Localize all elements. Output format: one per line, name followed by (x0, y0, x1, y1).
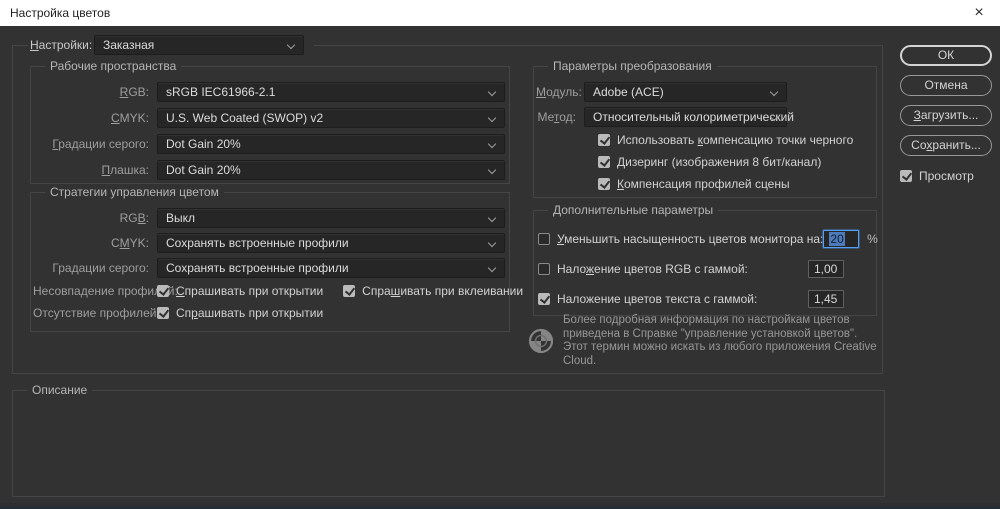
chevron-down-icon (488, 238, 496, 246)
desaturate-monitor-label: Уменьшить насыщенность цветов монитора н… (557, 232, 823, 246)
ask-when-opening-text: Спрашивать при открытии (176, 284, 323, 298)
ws-spot-label: Плашка: (33, 163, 157, 177)
scene-profiles-text: Компенсация профилей сцены (617, 177, 790, 191)
engine-row: Модуль: Adobe (ACE) (536, 79, 870, 104)
desaturate-monitor-checkbox[interactable] (538, 233, 550, 245)
engine-select[interactable]: Adobe (ACE) (584, 82, 787, 102)
advanced-group: Дополнительные параметры Уменьшить насыщ… (533, 210, 877, 316)
chevron-down-icon (488, 263, 496, 271)
policy-rgb-label: RGB: (33, 211, 157, 225)
chevron-down-icon (770, 87, 778, 95)
preview-row: Просмотр (900, 169, 992, 183)
intent-label: Метод: (536, 110, 584, 124)
preview-checkbox[interactable] (900, 170, 912, 182)
desaturate-monitor-input[interactable]: 20 (823, 230, 859, 248)
save-button[interactable]: Сохранить... (900, 135, 992, 156)
black-point-checkbox[interactable] (598, 134, 610, 146)
ws-cmyk-select[interactable]: U.S. Web Coated (SWOP) v2 (157, 108, 505, 128)
preview-label: Просмотр (919, 169, 974, 183)
ws-gray-row: Градации серого: Dot Gain 20% (33, 131, 507, 157)
policies-title: Стратегии управления цветом (45, 185, 224, 199)
preset-select[interactable]: Заказная (94, 35, 304, 55)
ask-when-opening2-checkbox[interactable] (157, 307, 169, 319)
chevron-down-icon (287, 41, 295, 49)
profile-mismatch-label: Несовпадение профилей: (33, 284, 157, 298)
chevron-down-icon (488, 213, 496, 221)
ask-when-opening2-pair: Спрашивать при открытии (157, 306, 323, 320)
help-note-text: Более подробная информация по настройкам… (563, 314, 879, 368)
working-spaces-group: Рабочие пространства RGB: sRGB IEC61966-… (30, 66, 510, 184)
ws-gray-label: Градации серого: (33, 137, 157, 151)
blend-text-gamma-label: Наложение цветов текста с гаммой: (557, 292, 808, 306)
chevron-down-icon (488, 166, 496, 174)
ws-cmyk-row: CMYK: U.S. Web Coated (SWOP) v2 (33, 105, 507, 131)
ws-rgb-row: RGB: sRGB IEC61966-2.1 (33, 79, 507, 105)
dither-row: Дизеринг (изображения 8 бит/канал) (536, 151, 870, 173)
conversion-group: Параметры преобразования Модуль: Adobe (… (533, 66, 877, 198)
help-note: Более подробная информация по настройкам… (527, 314, 879, 368)
policy-rgb-select[interactable]: Выкл (157, 208, 505, 228)
blend-rgb-gamma-row: Наложение цветов RGB с гаммой: 1,00 (538, 254, 870, 284)
blend-text-gamma-row: Наложение цветов текста с гаммой: 1,45 (538, 284, 870, 314)
ask-when-opening-pair: Спрашивать при открытии (157, 284, 323, 298)
title-bar: Настройка цветов × (0, 0, 1000, 26)
missing-profiles-row: Отсутствие профилей: Спрашивать при откр… (33, 302, 507, 324)
load-button[interactable]: Загрузить... (900, 105, 992, 126)
ws-gray-select[interactable]: Dot Gain 20% (157, 134, 505, 154)
preset-label: Настройки: (30, 38, 94, 52)
engine-label: Модуль: (536, 85, 584, 99)
policy-cmyk-row: CMYK: Сохранять встроенные профили (33, 230, 507, 255)
blend-text-gamma-input[interactable]: 1,45 (808, 290, 844, 308)
chevron-down-icon (488, 114, 496, 122)
blend-text-gamma-checkbox[interactable] (538, 293, 550, 305)
intent-select[interactable]: Относительный колориметрический (584, 107, 787, 127)
profile-mismatch-row: Несовпадение профилей: Спрашивать при от… (33, 280, 507, 302)
chevron-down-icon (488, 140, 496, 148)
background-edge (0, 503, 1000, 509)
policy-rgb-row: RGB: Выкл (33, 205, 507, 230)
black-point-row: Использовать компенсацию точки черного (536, 129, 870, 151)
color-management-icon (527, 327, 555, 355)
blend-rgb-gamma-input[interactable]: 1,00 (808, 260, 844, 278)
scene-profiles-row: Компенсация профилей сцены (536, 173, 870, 195)
working-spaces-title: Рабочие пространства (45, 59, 181, 73)
policies-group: Стратегии управления цветом RGB: Выкл CM… (30, 192, 510, 332)
chevron-down-icon (488, 88, 496, 96)
ok-button[interactable]: ОК (900, 45, 992, 66)
close-icon[interactable]: × (958, 0, 1000, 26)
scene-profiles-checkbox[interactable] (598, 178, 610, 190)
intent-row: Метод: Относительный колориметрический (536, 104, 870, 129)
dither-text: Дизеринг (изображения 8 бит/канал) (617, 155, 821, 169)
ws-rgb-select[interactable]: sRGB IEC61966-2.1 (157, 82, 505, 102)
policy-cmyk-select[interactable]: Сохранять встроенные профили (157, 233, 505, 253)
ws-cmyk-label: CMYK: (33, 111, 157, 125)
blend-rgb-gamma-label: Наложение цветов RGB с гаммой: (557, 262, 808, 276)
policy-gray-label: Градации серого: (33, 261, 157, 275)
ask-when-pasting-pair: Спрашивать при вклеивании (343, 284, 523, 298)
missing-profiles-label: Отсутствие профилей: (33, 306, 157, 320)
policy-cmyk-label: CMYK: (33, 236, 157, 250)
window-title: Настройка цветов (10, 0, 110, 26)
ask-when-opening-checkbox[interactable] (157, 285, 169, 297)
ws-spot-select[interactable]: Dot Gain 20% (157, 160, 505, 180)
desaturate-monitor-row: Уменьшить насыщенность цветов монитора н… (538, 224, 870, 254)
cancel-button[interactable]: Отмена (900, 75, 992, 96)
dither-checkbox[interactable] (598, 156, 610, 168)
percent-suffix: % (859, 232, 885, 246)
ask-when-opening2-text: Спрашивать при открытии (176, 306, 323, 320)
ws-spot-row: Плашка: Dot Gain 20% (33, 157, 507, 183)
black-point-text: Использовать компенсацию точки черного (617, 133, 853, 147)
ask-when-pasting-checkbox[interactable] (343, 285, 355, 297)
advanced-title: Дополнительные параметры (548, 203, 718, 217)
conversion-title: Параметры преобразования (548, 59, 717, 73)
blend-rgb-gamma-checkbox[interactable] (538, 263, 550, 275)
ask-when-pasting-text: Спрашивать при вклеивании (362, 284, 523, 298)
policy-gray-select[interactable]: Сохранять встроенные профили (157, 258, 505, 278)
policy-gray-row: Градации серого: Сохранять встроенные пр… (33, 255, 507, 280)
button-column: ОК Отмена Загрузить... Сохранить... Прос… (900, 45, 992, 183)
ws-rgb-label: RGB: (33, 85, 157, 99)
description-group: Описание (12, 390, 885, 497)
preset-row: Настройки: Заказная (28, 34, 314, 56)
description-title: Описание (27, 383, 92, 397)
